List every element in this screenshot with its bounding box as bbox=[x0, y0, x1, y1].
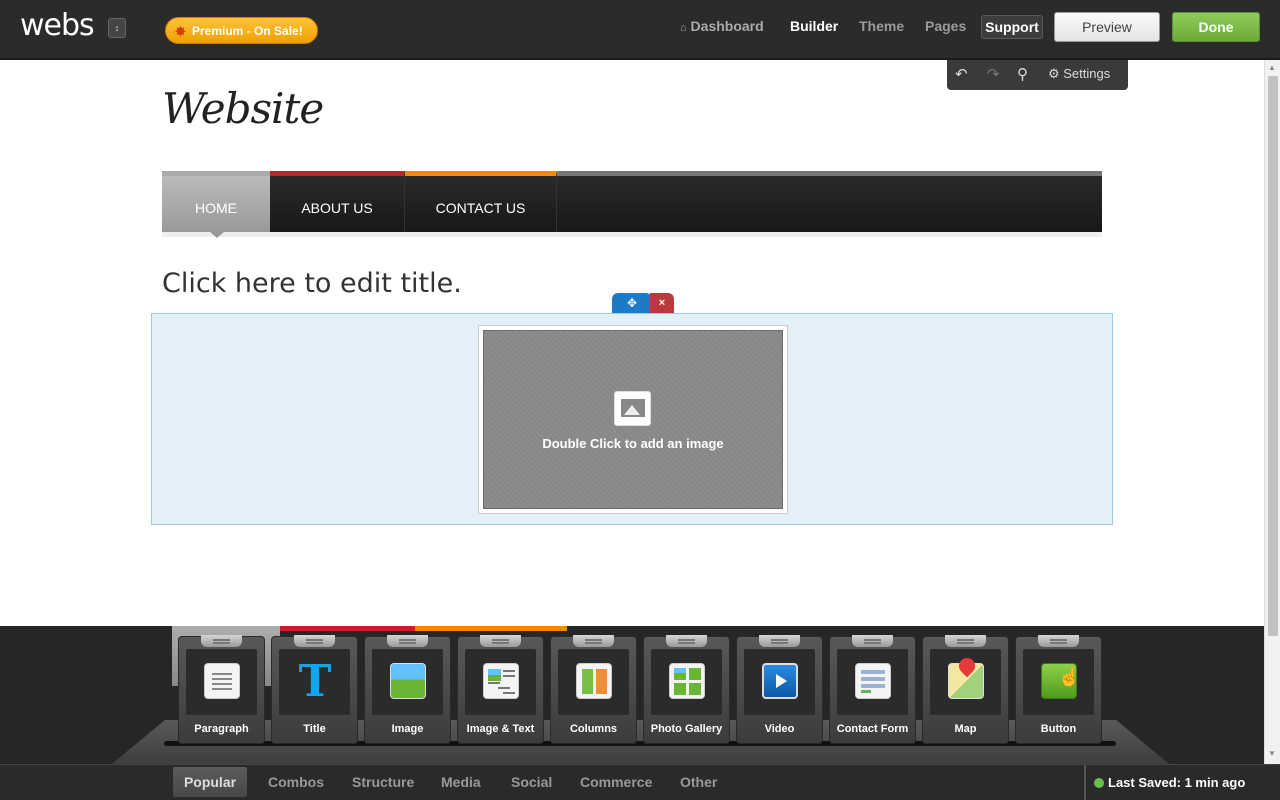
clip-icon bbox=[201, 635, 242, 647]
save-status-label: Last Saved: 1 min ago bbox=[1108, 775, 1246, 790]
scroll-up-icon[interactable]: ▲ bbox=[1268, 63, 1276, 72]
nav-divider bbox=[162, 232, 1102, 237]
home-icon: ⌂ bbox=[680, 22, 687, 34]
clip-icon bbox=[945, 635, 986, 647]
element-button[interactable]: Button bbox=[1015, 635, 1102, 744]
video-icon bbox=[762, 663, 798, 699]
scroll-thumb[interactable] bbox=[1268, 76, 1278, 636]
element-contact-form[interactable]: Contact Form bbox=[829, 635, 916, 744]
tab-other[interactable]: Other bbox=[680, 774, 717, 790]
element-label: Title bbox=[303, 723, 326, 735]
site-nav-contact[interactable]: CONTACT US bbox=[405, 171, 557, 232]
image-icon bbox=[390, 663, 426, 699]
element-label: Map bbox=[954, 723, 977, 735]
element-label: Contact Form bbox=[836, 723, 909, 735]
clip-icon bbox=[1038, 635, 1079, 647]
contact-form-icon bbox=[855, 663, 891, 699]
done-button[interactable]: Done bbox=[1172, 12, 1260, 42]
element-label: Image bbox=[391, 723, 424, 735]
site-navigation: HOME ABOUT US CONTACT US bbox=[162, 171, 1102, 232]
premium-sale-button[interactable]: ✸ Premium - On Sale! bbox=[165, 17, 318, 44]
edit-toolbar: ↶ ↷ ⚲ ⚙ Settings bbox=[947, 60, 1128, 90]
image-block[interactable]: Double Click to add an image bbox=[151, 313, 1113, 525]
element-title[interactable]: T Title bbox=[271, 635, 358, 744]
image-frame[interactable]: Double Click to add an image bbox=[478, 325, 788, 514]
columns-icon bbox=[576, 663, 612, 699]
map-icon bbox=[948, 663, 984, 699]
close-icon[interactable]: × bbox=[650, 293, 674, 313]
clip-icon bbox=[387, 635, 428, 647]
element-image[interactable]: Image bbox=[364, 635, 451, 744]
site-nav-about[interactable]: ABOUT US bbox=[270, 171, 405, 232]
element-image-text[interactable]: Image & Text bbox=[457, 635, 544, 744]
image-placeholder[interactable]: Double Click to add an image bbox=[483, 330, 783, 509]
preview-button[interactable]: Preview bbox=[1054, 12, 1160, 42]
clip-icon bbox=[852, 635, 893, 647]
clip-icon bbox=[666, 635, 707, 647]
element-label: Photo Gallery bbox=[650, 723, 723, 735]
search-icon[interactable]: ⚲ bbox=[1017, 65, 1028, 83]
element-label: Button bbox=[1040, 723, 1077, 735]
premium-label: Premium - On Sale! bbox=[192, 24, 303, 38]
nav-builder[interactable]: Builder bbox=[790, 18, 838, 34]
move-icon[interactable]: ✥ bbox=[612, 293, 652, 313]
element-label: Image & Text bbox=[466, 723, 535, 735]
tab-commerce[interactable]: Commerce bbox=[580, 774, 652, 790]
scroll-down-icon[interactable]: ▼ bbox=[1268, 749, 1276, 758]
nav-theme[interactable]: Theme bbox=[859, 18, 904, 34]
page-title[interactable]: Click here to edit title. bbox=[162, 268, 462, 299]
tab-media[interactable]: Media bbox=[441, 774, 481, 790]
webs-logo[interactable]: webs bbox=[20, 8, 95, 43]
element-label: Columns bbox=[569, 723, 618, 735]
site-nav-home[interactable]: HOME bbox=[162, 171, 270, 232]
site-title[interactable]: Website bbox=[162, 84, 324, 133]
redo-icon[interactable]: ↷ bbox=[987, 65, 1000, 83]
element-columns[interactable]: Columns bbox=[550, 635, 637, 744]
image-text-icon bbox=[483, 663, 519, 699]
clip-icon bbox=[573, 635, 614, 647]
clip-icon bbox=[480, 635, 521, 647]
element-photo-gallery[interactable]: Photo Gallery bbox=[643, 635, 730, 744]
clip-icon bbox=[294, 635, 335, 647]
gallery-icon bbox=[669, 663, 705, 699]
tab-combos[interactable]: Combos bbox=[268, 774, 324, 790]
element-label: Paragraph bbox=[194, 723, 249, 735]
paragraph-icon bbox=[204, 663, 240, 699]
settings-button[interactable]: ⚙ Settings bbox=[1048, 66, 1110, 82]
button-icon bbox=[1041, 663, 1080, 699]
status-dot-icon bbox=[1094, 778, 1104, 788]
nav-dashboard-label: Dashboard bbox=[690, 18, 764, 34]
element-label: Video bbox=[764, 723, 795, 735]
site-switcher-icon[interactable]: ↕ bbox=[108, 18, 126, 38]
title-icon: T bbox=[298, 656, 332, 707]
save-status: Last Saved: 1 min ago bbox=[1084, 765, 1280, 800]
active-indicator-icon bbox=[210, 232, 224, 238]
element-video[interactable]: Video bbox=[736, 635, 823, 744]
top-bar: webs ↕ ✸ Premium - On Sale! ⌂ Dashboard … bbox=[0, 0, 1280, 60]
element-map[interactable]: Map bbox=[922, 635, 1009, 744]
image-hint: Double Click to add an image bbox=[542, 436, 724, 451]
element-paragraph[interactable]: Paragraph bbox=[178, 635, 265, 744]
scrollbar[interactable]: ▲ ▼ bbox=[1264, 60, 1280, 765]
element-category-bar: Popular Combos Structure Media Social Co… bbox=[0, 764, 1280, 800]
tab-structure[interactable]: Structure bbox=[352, 774, 414, 790]
nav-dashboard[interactable]: ⌂ Dashboard bbox=[680, 18, 764, 34]
support-button[interactable]: Support bbox=[981, 15, 1043, 39]
tab-social[interactable]: Social bbox=[511, 774, 552, 790]
nav-pages[interactable]: Pages bbox=[925, 18, 966, 34]
image-icon bbox=[614, 391, 651, 426]
star-icon: ✸ bbox=[175, 24, 186, 39]
clip-icon bbox=[759, 635, 800, 647]
tab-popular[interactable]: Popular bbox=[173, 767, 247, 797]
undo-icon[interactable]: ↶ bbox=[955, 65, 968, 83]
